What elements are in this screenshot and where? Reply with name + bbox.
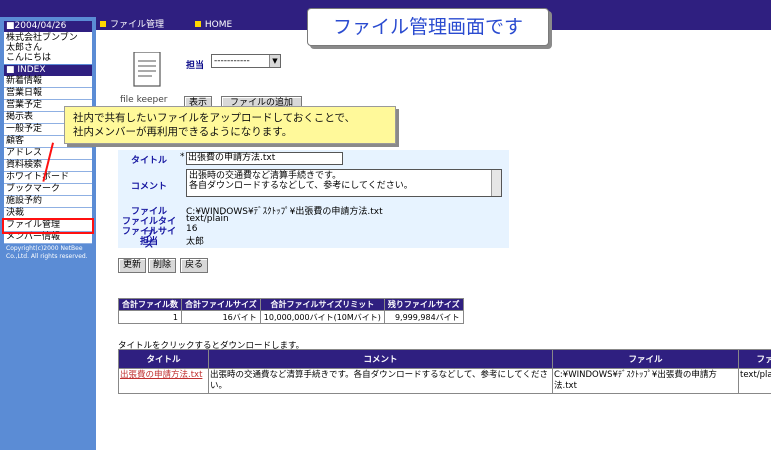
sidebar-item-news[interactable]: 新着情報 <box>4 76 92 88</box>
nav-file-manage[interactable]: ファイル管理 <box>100 20 178 30</box>
table-row: 出張費の申請方法.txt 出張時の交通費など清算手続きです。各自ダウンロードする… <box>118 368 771 394</box>
header-file: ファイル <box>552 349 739 369</box>
filesize-value: 16 <box>186 224 198 234</box>
file-list-table: タイトル コメント ファイル ファイル 出張費の申請方法.txt 出張時の交通費… <box>118 349 771 394</box>
top-nav: ファイル管理 HOME <box>100 17 260 30</box>
copyright: Copyright(c)2000 NetBee Co.,Ltd. All rig… <box>6 245 88 260</box>
file-detail-form: タイトル * 出張費の申請方法.txt コメント 出張時の交通費など清算手続きで… <box>118 150 509 250</box>
sidebar-user-info: 株式会社ブンブン 太郎さん こんにちは <box>4 32 92 64</box>
sidebar-item-facility-reservation[interactable]: 施設予約 <box>4 196 92 208</box>
header-filetype: ファイル <box>738 349 771 369</box>
comment-textarea[interactable]: 出張時の交通費など清算手続きです。 各自ダウンロードするなどして、参考にしてくだ… <box>186 169 502 197</box>
summary-header-size: 合計ファイルサイズ <box>181 298 261 311</box>
comment-line-2: 各自ダウンロードするなどして、参考にしてください。 <box>189 181 413 191</box>
sidebar-index-header: ■ INDEX <box>4 65 92 76</box>
callout-line-1: 社内で共有したいファイルをアップロードしておくことで、 <box>73 112 356 124</box>
sidebar: ■2004/04/26 株式会社ブンブン 太郎さん こんにちは ■ INDEX … <box>0 17 96 450</box>
file-list-header-row: タイトル コメント ファイル ファイル <box>118 349 771 369</box>
explanation-callout: 社内で共有したいファイルをアップロードしておくことで、 社内メンバーが再利用でき… <box>64 106 396 144</box>
owner-value: 太郎 <box>186 237 205 247</box>
row-filetype: text/plain <box>738 368 771 394</box>
sidebar-item-whiteboard[interactable]: ホワイトボード <box>4 172 92 184</box>
header-title: タイトル <box>118 349 209 369</box>
summary-remaining: 9,999,984バイト <box>383 310 464 324</box>
tanto-select[interactable]: ----------- ▼ <box>211 54 281 68</box>
summary-header-row: 合計ファイル数 合計ファイルサイズ 合計ファイルサイズリミット 残りファイルサイ… <box>118 298 464 311</box>
summary-table: 合計ファイル数 合計ファイルサイズ 合計ファイルサイズリミット 残りファイルサイ… <box>118 298 464 324</box>
nav-file-manage-label[interactable]: ファイル管理 <box>110 20 164 30</box>
back-button[interactable]: 戻る <box>180 258 209 273</box>
sidebar-date: ■2004/04/26 <box>4 21 92 32</box>
row-file: C:¥WINDOWS¥ﾃﾞｽｸﾄｯﾌﾟ¥出張費の申請方法.txt <box>552 368 739 394</box>
sidebar-item-daily-report[interactable]: 営業日報 <box>4 88 92 100</box>
summary-value-row: 1 16バイト 10,000,000バイト(10Mバイト) 9,999,984バ… <box>118 310 464 324</box>
comment-label: コメント <box>130 182 167 192</box>
logo-label: file keeper <box>120 95 168 105</box>
user-name: 太郎さん <box>6 43 43 53</box>
sidebar-item-bookmark[interactable]: ブックマーク <box>4 184 92 196</box>
summary-limit: 10,000,000バイト(10Mバイト) <box>259 310 385 324</box>
bullet-icon <box>194 21 201 27</box>
bullet-icon <box>100 21 106 27</box>
summary-size: 16バイト <box>181 310 261 324</box>
tanto-filter-label: 担当 <box>186 61 205 71</box>
summary-header-count: 合計ファイル数 <box>118 298 182 311</box>
required-mark: * <box>180 152 185 162</box>
sidebar-item-member-info[interactable]: メンバー情報 <box>4 232 92 244</box>
title-label: タイトル <box>130 156 167 166</box>
summary-count: 1 <box>118 310 182 324</box>
title-input[interactable]: 出張費の申請方法.txt <box>186 152 343 165</box>
summary-header-remaining: 残りファイルサイズ <box>383 298 464 311</box>
greeting: こんにちは <box>6 53 52 63</box>
owner-label: 担当 <box>139 237 158 247</box>
row-comment: 出張時の交通費など清算手続きです。各自ダウンロードするなどして、参考にしてくださ… <box>208 368 553 394</box>
company-name: 株式会社ブンブン <box>6 33 78 43</box>
file-download-link[interactable]: 出張費の申請方法.txt <box>120 370 202 380</box>
comment-scrollbar[interactable] <box>491 170 501 196</box>
nav-home-label[interactable]: HOME <box>205 20 232 30</box>
summary-header-limit: 合計ファイルサイズリミット <box>259 298 385 311</box>
filetype-value: text/plain <box>186 214 229 224</box>
comment-line-1: 出張時の交通費など清算手続きです。 <box>189 171 342 181</box>
callout-line-2: 社内メンバーが再利用できるようになります。 <box>73 126 293 138</box>
sidebar-item-file-management[interactable]: ファイル管理 <box>2 218 94 234</box>
tanto-select-value: ----------- <box>214 56 250 66</box>
sidebar-item-approval[interactable]: 決裁 <box>4 208 92 220</box>
header-comment: コメント <box>208 349 553 369</box>
delete-button[interactable]: 削除 <box>148 258 177 273</box>
row-title-cell: 出張費の申請方法.txt <box>118 368 209 394</box>
chevron-down-icon[interactable]: ▼ <box>269 55 280 67</box>
update-button[interactable]: 更新 <box>118 258 147 273</box>
nav-home[interactable]: HOME <box>194 20 246 30</box>
